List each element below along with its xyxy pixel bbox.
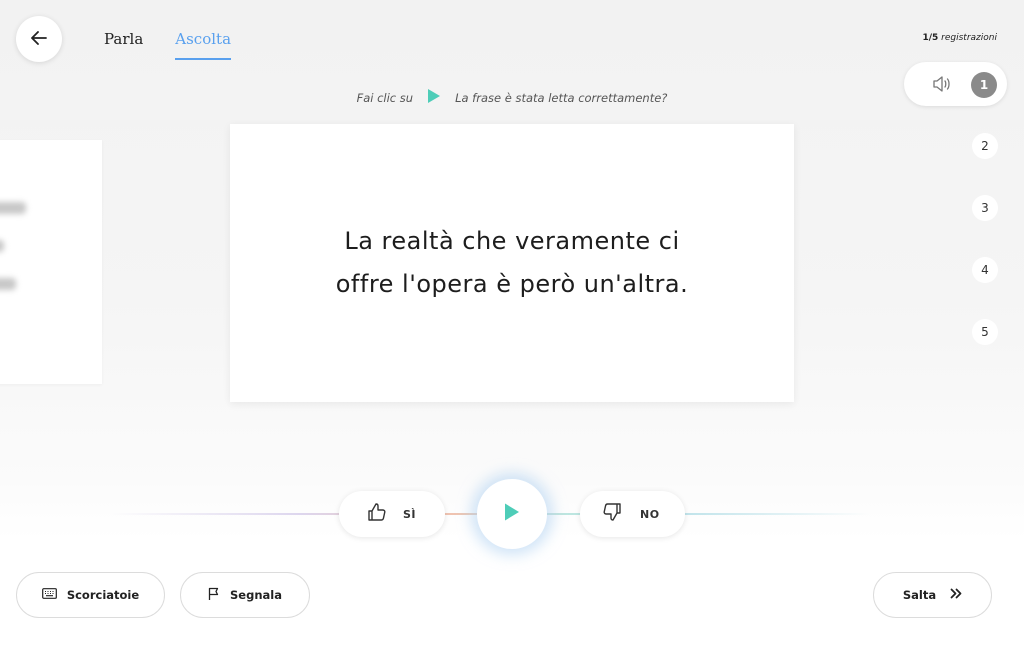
counter-label: registrazioni xyxy=(941,33,997,43)
skip-button[interactable]: Salta xyxy=(873,572,992,618)
instruction-question: La frase è stata letta correttamente? xyxy=(455,90,668,105)
play-button[interactable] xyxy=(477,479,547,549)
recording-number: 1 xyxy=(971,72,997,98)
back-button[interactable] xyxy=(16,16,62,62)
sentence-text: La realtà che veramente ci offre l'opera… xyxy=(302,220,722,306)
report-label: Segnala xyxy=(230,588,282,602)
recording-item-5[interactable]: 5 xyxy=(972,319,998,345)
report-button[interactable]: Segnala xyxy=(180,572,310,618)
play-icon xyxy=(503,502,521,526)
tab-ascolta[interactable]: Ascolta xyxy=(175,30,232,60)
sentence-line-1: La realtà che veramente ci xyxy=(344,227,680,255)
instruction-prefix: Fai clic su xyxy=(356,90,414,105)
double-chevron-right-icon xyxy=(950,588,962,602)
recording-item-active[interactable]: 1 xyxy=(904,62,1007,106)
sentence-line-2: offre l'opera è però un'altra. xyxy=(335,270,689,298)
previous-card-preview xyxy=(0,140,102,384)
recording-item-4[interactable]: 4 xyxy=(972,257,998,283)
shortcuts-label: Scorciatoie xyxy=(66,588,140,602)
yes-button[interactable]: SÌ xyxy=(339,491,445,537)
tab-parla[interactable]: Parla xyxy=(104,30,143,60)
mode-tabs: Parla Ascolta xyxy=(104,30,232,60)
thumbs-down-icon xyxy=(602,502,622,526)
flag-icon xyxy=(208,587,220,604)
yes-label: SÌ xyxy=(403,507,417,521)
shortcuts-button[interactable]: Scorciatoie xyxy=(16,572,165,618)
counter-value: 1/5 xyxy=(922,33,939,43)
no-button[interactable]: NO xyxy=(580,491,685,537)
thumbs-up-icon xyxy=(367,502,387,526)
speaker-icon[interactable] xyxy=(932,75,952,97)
arrow-left-icon xyxy=(31,30,47,49)
keyboard-icon xyxy=(41,588,57,602)
skip-label: Salta xyxy=(902,588,937,602)
recording-item-3[interactable]: 3 xyxy=(972,195,998,221)
recording-item-2[interactable]: 2 xyxy=(972,133,998,159)
no-label: NO xyxy=(640,507,660,521)
sentence-card: La realtà che veramente ci offre l'opera… xyxy=(230,124,794,402)
recordings-counter: 1/5 registrazioni xyxy=(922,33,997,43)
play-icon xyxy=(427,88,441,107)
instruction-bar: Fai clic su La frase è stata letta corre… xyxy=(0,88,1024,107)
